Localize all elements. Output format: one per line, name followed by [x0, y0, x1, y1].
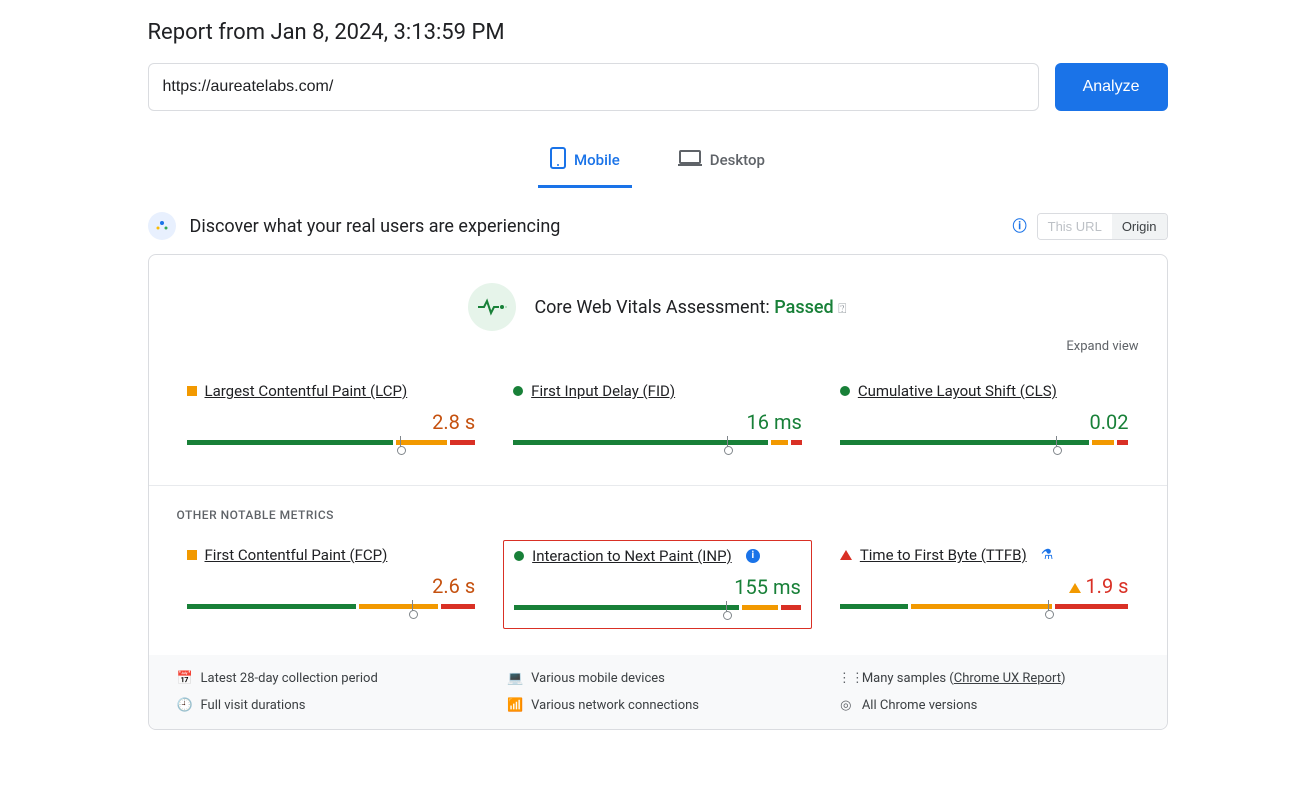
- metric-inp-bar: [514, 605, 801, 610]
- help-icon[interactable]: ⍰: [838, 301, 846, 317]
- crux-link[interactable]: Chrome UX Report: [954, 671, 1061, 686]
- chrome-icon: ◎: [838, 698, 854, 713]
- discover-title: Discover what your real users are experi…: [190, 216, 561, 237]
- assessment-text: Core Web Vitals Assessment: Passed ⍰: [534, 297, 846, 318]
- metric-fcp-bar: [187, 604, 476, 609]
- metric-cls-name[interactable]: Cumulative Layout Shift (CLS): [858, 382, 1057, 400]
- other-metrics-heading: OTHER NOTABLE METRICS: [177, 508, 1139, 522]
- metric-ttfb-bar: [840, 604, 1129, 609]
- square-icon: [187, 386, 197, 396]
- metric-fcp-value: 2.6 s: [187, 574, 476, 598]
- assessment-status: Passed: [774, 297, 833, 318]
- tab-desktop-label: Desktop: [710, 151, 765, 169]
- scope-toggle: This URL Origin: [1037, 213, 1168, 240]
- core-metrics-grid: Largest Contentful Paint (LCP) 2.8 s Fir…: [177, 376, 1139, 463]
- footer-period: 📅Latest 28-day collection period: [177, 671, 478, 686]
- footer-durations: 🕘Full visit durations: [177, 698, 478, 713]
- metric-fcp: First Contentful Paint (FCP) 2.6 s: [177, 540, 486, 629]
- metric-fid: First Input Delay (FID) 16 ms: [503, 376, 812, 463]
- metric-fid-name[interactable]: First Input Delay (FID): [531, 382, 675, 400]
- info-badge-icon[interactable]: i: [746, 549, 760, 563]
- device-tabs: Mobile Desktop: [148, 139, 1168, 188]
- metric-lcp-value: 2.8 s: [187, 410, 476, 434]
- circle-icon: [840, 386, 850, 396]
- wifi-icon: 📶: [507, 698, 523, 713]
- card-footer: 📅Latest 28-day collection period 💻Variou…: [149, 655, 1167, 729]
- toggle-this-url[interactable]: This URL: [1038, 214, 1112, 239]
- mobile-icon: [550, 147, 566, 173]
- metric-lcp-name[interactable]: Largest Contentful Paint (LCP): [205, 382, 408, 400]
- expand-view-link[interactable]: Expand view: [177, 339, 1139, 354]
- clock-icon: 🕘: [177, 698, 193, 713]
- metric-fcp-name[interactable]: First Contentful Paint (FCP): [205, 546, 388, 564]
- circle-icon: [514, 551, 524, 561]
- assessment-row: Core Web Vitals Assessment: Passed ⍰: [177, 283, 1139, 331]
- url-input[interactable]: [148, 63, 1039, 111]
- footer-samples: ⋮⋮Many samples (Chrome UX Report): [838, 671, 1139, 686]
- users-icon: [148, 212, 176, 240]
- report-title: Report from Jan 8, 2024, 3:13:59 PM: [148, 20, 1168, 45]
- metric-cls: Cumulative Layout Shift (CLS) 0.02: [830, 376, 1139, 463]
- footer-versions: ◎All Chrome versions: [838, 698, 1139, 713]
- tab-desktop[interactable]: Desktop: [666, 139, 777, 188]
- calendar-icon: 📅: [177, 671, 193, 686]
- desktop-icon: [678, 149, 702, 171]
- devices-icon: 💻: [507, 671, 523, 686]
- info-icon[interactable]: ⓘ: [1013, 216, 1027, 236]
- toggle-origin[interactable]: Origin: [1112, 214, 1167, 239]
- metric-inp: Interaction to Next Paint (INP) i 155 ms: [503, 540, 812, 629]
- metric-inp-value: 155 ms: [514, 575, 801, 599]
- square-icon: [187, 550, 197, 560]
- metric-cls-bar: [840, 440, 1129, 445]
- assessment-prefix: Core Web Vitals Assessment:: [534, 297, 774, 318]
- analyze-button[interactable]: Analyze: [1055, 63, 1168, 111]
- circle-icon: [513, 386, 523, 396]
- metric-inp-name[interactable]: Interaction to Next Paint (INP): [532, 547, 732, 565]
- footer-network: 📶Various network connections: [507, 698, 808, 713]
- section-header: Discover what your real users are experi…: [148, 212, 1168, 240]
- metric-ttfb-value: 1.9 s: [840, 574, 1129, 598]
- samples-icon: ⋮⋮: [838, 671, 854, 686]
- tab-mobile-label: Mobile: [574, 151, 620, 169]
- flask-icon[interactable]: ⚗: [1041, 547, 1054, 563]
- tab-mobile[interactable]: Mobile: [538, 139, 632, 188]
- other-metrics-grid: First Contentful Paint (FCP) 2.6 s Inter…: [177, 540, 1139, 629]
- footer-devices: 💻Various mobile devices: [507, 671, 808, 686]
- triangle-icon: [840, 550, 852, 560]
- metric-cls-value: 0.02: [840, 410, 1129, 434]
- metric-fid-value: 16 ms: [513, 410, 802, 434]
- warning-icon: [1069, 583, 1081, 593]
- metric-lcp: Largest Contentful Paint (LCP) 2.8 s: [177, 376, 486, 463]
- vitals-card: Core Web Vitals Assessment: Passed ⍰ Exp…: [148, 254, 1168, 730]
- metric-ttfb-name[interactable]: Time to First Byte (TTFB): [860, 546, 1027, 564]
- url-row: Analyze: [148, 63, 1168, 111]
- pulse-icon: [468, 283, 516, 331]
- divider: [149, 485, 1167, 486]
- metric-lcp-bar: [187, 440, 476, 445]
- metric-fid-bar: [513, 440, 802, 445]
- metric-ttfb: Time to First Byte (TTFB) ⚗ 1.9 s: [830, 540, 1139, 629]
